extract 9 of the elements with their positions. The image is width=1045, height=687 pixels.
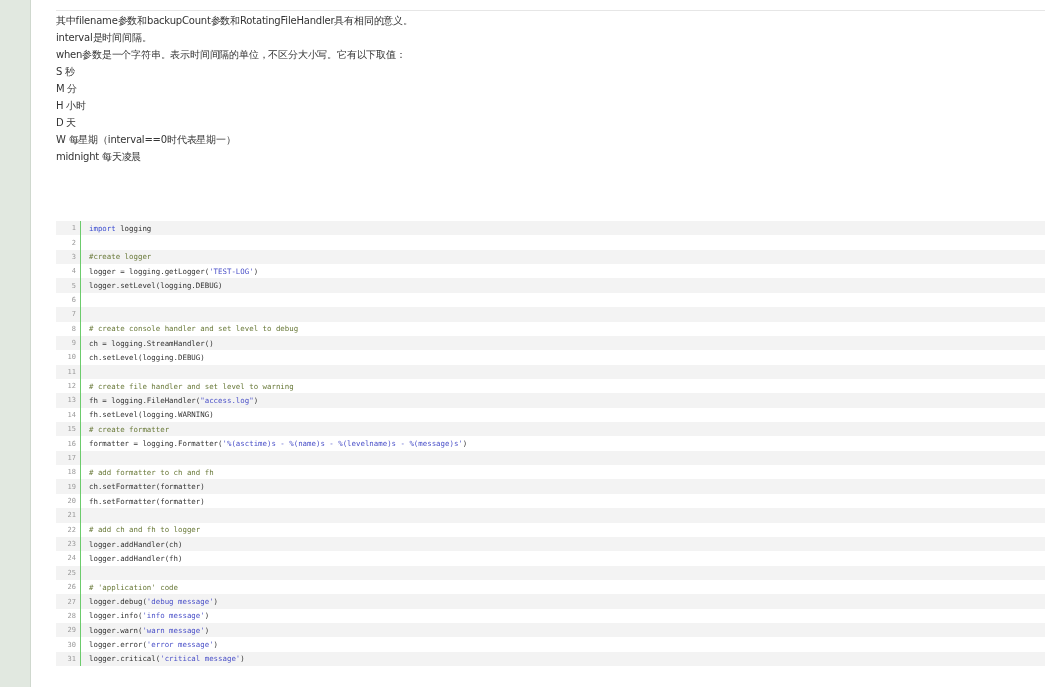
text-line: W 每星期（interval==0时代表星期一）	[56, 133, 237, 147]
text-line: when参数是一个字符串。表示时间间隔的单位，不区分大小写。它有以下取值：	[56, 48, 407, 62]
text-line: D 天	[56, 116, 78, 130]
text-line: midnight 每天凌晨	[56, 150, 143, 164]
text-line: interval是时间间隔。	[56, 31, 153, 45]
text-line: H 小时	[56, 99, 87, 113]
text-line: 其中filename参数和backupCount参数和RotatingFileHandler具有相同的意义。	[56, 14, 414, 28]
text-line: S 秒	[56, 65, 76, 79]
text-line: M 分	[56, 82, 79, 96]
